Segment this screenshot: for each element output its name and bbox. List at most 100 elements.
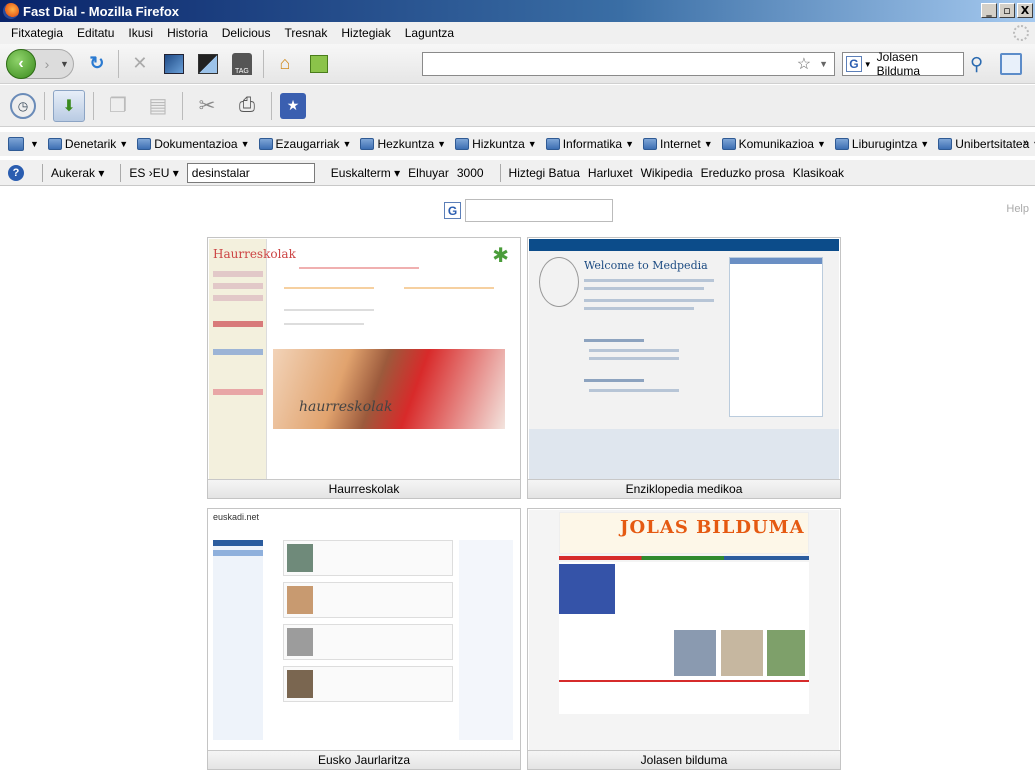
bookmark-folder-ezaugarriak[interactable]: Ezaugarriak ▼: [258, 137, 351, 151]
separator: [262, 49, 264, 78]
bookmark-folder-internet[interactable]: Internet ▼: [642, 137, 713, 151]
translator-toolbar: ? Aukerak ▾ ES ›EU ▾ desinstalar Euskalt…: [0, 160, 1035, 186]
print-icon[interactable]: ⎙: [231, 90, 263, 122]
history-clock-icon[interactable]: ◷: [10, 92, 36, 119]
thumb-nav: [213, 321, 263, 327]
maximize-button[interactable]: ▫: [999, 3, 1015, 18]
dial-eusko-jaurlaritza[interactable]: euskadi.net Eusko Jaurlaritza: [207, 508, 521, 770]
forward-arrow-icon[interactable]: ›: [36, 56, 58, 72]
thumb-line: [404, 287, 494, 289]
paste-icon[interactable]: ▤: [142, 90, 174, 122]
dial-thumbnail: JOLAS BILDUMA: [529, 510, 839, 751]
dial-enziklopedia-medikoa[interactable]: Welcome to Medpedia Enziklopedia medikoa: [527, 237, 841, 499]
link-euskalterm[interactable]: Euskalterm ▾: [331, 166, 400, 180]
link-3000[interactable]: 3000: [457, 166, 484, 180]
tab-panorama-icon[interactable]: [1000, 53, 1022, 75]
google-engine-icon[interactable]: G: [846, 56, 862, 72]
language-pair-menu[interactable]: ES ›EU ▾: [129, 166, 178, 180]
throbber-icon: [1013, 25, 1029, 41]
cut-icon[interactable]: ✂: [191, 90, 223, 122]
bookmark-folder-komunikazioa[interactable]: Komunikazioa ▼: [721, 137, 826, 151]
link-hiztegi-batua[interactable]: Hiztegi Batua: [509, 166, 580, 180]
separator: [42, 163, 43, 182]
bookmark-label: Dokumentazioa: [154, 137, 238, 151]
bookmark-add-icon[interactable]: [305, 50, 333, 78]
minimize-button[interactable]: _: [981, 3, 997, 18]
edit-toolbar: ◷ ⬇ ❐ ▤ ✂ ⎙ ★: [0, 85, 1035, 127]
fast-dial-page: G Help Haurreskolak ✱ haurreskolak Haurr…: [0, 187, 1035, 784]
search-magnifier-icon[interactable]: ⚲: [970, 54, 983, 75]
thumb-line: [589, 357, 679, 360]
bookmarks-overflow-chevron-icon[interactable]: »: [1023, 137, 1029, 149]
separator: [182, 91, 183, 120]
separator: [271, 91, 272, 120]
window-title: Fast Dial - Mozilla Firefox: [23, 3, 180, 19]
menu-ikusi[interactable]: Ikusi: [121, 26, 160, 40]
bookmark-label: Hezkuntza: [377, 137, 435, 151]
back-forward-group: ‹ › ▼: [6, 48, 74, 79]
help-icon[interactable]: ?: [8, 164, 24, 181]
help-link[interactable]: Help: [1006, 203, 1029, 215]
bookmark-folder-unibertsitatea[interactable]: Unibertsitatea▼: [938, 137, 1035, 151]
bookmark-folder-dokumentazioa[interactable]: Dokumentazioa ▼: [137, 137, 250, 151]
bookmark-folder-informatika[interactable]: Informatika ▼: [545, 137, 634, 151]
fast-dial-icon[interactable]: [339, 54, 359, 74]
home-icon[interactable]: ⌂: [271, 50, 299, 78]
copy-icon[interactable]: ❐: [102, 90, 134, 122]
link-klasikoak[interactable]: Klasikoak: [793, 166, 844, 180]
favorite-star-icon[interactable]: ★: [280, 92, 306, 119]
search-value: Jolasen Bilduma: [876, 50, 921, 78]
google-search-input[interactable]: [465, 199, 613, 222]
folder-icon: [642, 138, 657, 150]
thumb-photo-text: haurreskolak: [299, 399, 393, 415]
folder-icon: [137, 138, 152, 150]
dial-jolasen-bilduma[interactable]: JOLAS BILDUMA Jolasen bilduma: [527, 508, 841, 770]
bookmark-folder-hizkuntza[interactable]: Hizkuntza ▼: [455, 137, 537, 151]
close-button[interactable]: X: [1017, 3, 1033, 18]
url-bar[interactable]: ☆ ▼: [422, 52, 835, 76]
translate-term-input[interactable]: desinstalar: [186, 162, 315, 183]
navigation-toolbar: ‹ › ▼ ↻ ✕ TAG ⌂ ☆ ▼ G ▼ Jolasen Bilduma …: [0, 44, 1035, 84]
fullscreen-icon[interactable]: [160, 50, 188, 78]
separator: [93, 91, 94, 120]
thumb-line: [299, 267, 419, 269]
menu-historia[interactable]: Historia: [160, 26, 215, 40]
url-dropdown-icon[interactable]: ▼: [819, 59, 828, 69]
menu-tresnak[interactable]: Tresnak: [277, 26, 334, 40]
star-bookmark-icon[interactable]: ☆: [797, 54, 811, 74]
bookmarks-menu-button[interactable]: ▼: [8, 137, 39, 151]
back-arrow-icon[interactable]: ‹: [6, 48, 36, 79]
dial-label: Jolasen bilduma: [528, 750, 840, 769]
stop-icon[interactable]: ✕: [126, 50, 154, 78]
menu-hiztegiak[interactable]: Hiztegiak: [334, 26, 397, 40]
separator: [499, 163, 501, 182]
search-bar[interactable]: G ▼ Jolasen Bilduma: [842, 50, 964, 78]
download-icon[interactable]: ⬇: [53, 89, 85, 122]
bookmark-label: Ezaugarriak: [275, 137, 340, 151]
history-dropdown-icon[interactable]: ▼: [60, 59, 69, 69]
thumb-menu: [559, 564, 615, 614]
menu-laguntza[interactable]: Laguntza: [398, 26, 461, 40]
menu-editatu[interactable]: Editatu: [70, 26, 121, 40]
window-tile-icon[interactable]: [194, 50, 222, 78]
link-ereduzko-prosa[interactable]: Ereduzko prosa: [701, 166, 785, 180]
google-search-box: G: [441, 199, 613, 222]
bookmark-folder-denetarik[interactable]: Denetarik ▼: [47, 137, 128, 151]
dial-haurreskolak[interactable]: Haurreskolak ✱ haurreskolak Haurreskolak: [207, 237, 521, 499]
engine-dropdown-icon[interactable]: ▼: [864, 60, 872, 69]
bookmark-folder-liburugintza[interactable]: Liburugintza ▼: [834, 137, 929, 151]
link-wikipedia[interactable]: Wikipedia: [641, 166, 693, 180]
reload-icon[interactable]: ↻: [83, 50, 111, 78]
thumb-title: JOLAS BILDUMA: [620, 517, 805, 538]
menu-fitxategia[interactable]: Fitxategia: [4, 26, 70, 40]
tag-icon[interactable]: TAG: [228, 50, 256, 78]
bookmark-folder-hezkuntza[interactable]: Hezkuntza ▼: [360, 137, 446, 151]
dial-thumbnail: euskadi.net: [209, 510, 519, 751]
link-elhuyar[interactable]: Elhuyar: [408, 166, 449, 180]
bookmark-label: Komunikazioa: [738, 137, 814, 151]
folder-icon: [721, 138, 736, 150]
menu-delicious[interactable]: Delicious: [215, 26, 278, 40]
thumb-block: [283, 582, 453, 618]
aukerak-menu[interactable]: Aukerak ▾: [51, 166, 104, 180]
link-harluxet[interactable]: Harluxet: [588, 166, 633, 180]
